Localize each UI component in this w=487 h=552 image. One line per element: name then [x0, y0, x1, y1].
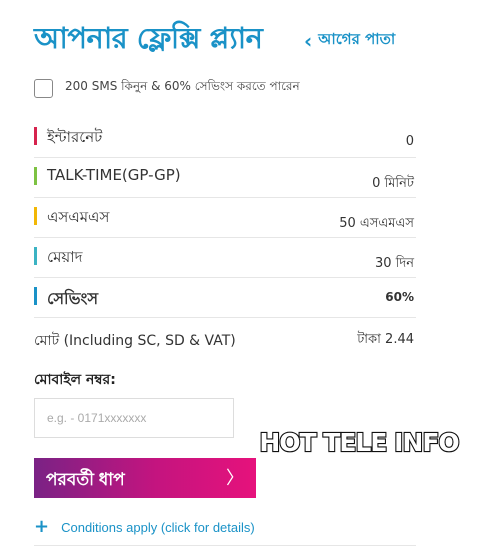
- conditions-label: Conditions apply (click for details): [61, 519, 255, 535]
- total-value: টাকা 2.44: [357, 332, 414, 347]
- divider: [34, 545, 416, 546]
- row-color-bar: [34, 207, 37, 225]
- mobile-number-input[interactable]: [34, 398, 234, 438]
- back-link[interactable]: ‹ আগের পাতা: [304, 28, 395, 53]
- page-header: আপনার ফ্লেক্সি প্ল্যান ‹ আগের পাতা: [34, 18, 434, 58]
- row-value: 50 এসএমএস: [339, 216, 414, 231]
- sms-offer-row[interactable]: 200 SMS কিনুন & 60% সেভিংস করতে পারেন: [34, 78, 300, 98]
- row-label: সেভিংস: [47, 289, 99, 308]
- row-value: 0: [405, 134, 414, 149]
- mobile-number-label: মোবাইল নম্বর:: [34, 372, 116, 388]
- plan-summary-table: ইন্টারনেট 0 TALK-TIME(GP-GP) 0 মিনিট এসএ…: [34, 118, 416, 358]
- row-color-bar: [34, 167, 37, 185]
- row-label: মেয়াদ: [47, 248, 83, 266]
- chevron-left-icon: ‹: [304, 28, 313, 53]
- sms-offer-checkbox[interactable]: [34, 78, 53, 98]
- row-value: 0 মিনিট: [372, 176, 414, 191]
- row-color-bar: [34, 127, 37, 145]
- row-color-bar: [34, 287, 37, 305]
- row-label: ইন্টারনেট: [47, 128, 103, 146]
- watermark-text: HOT TELE INFO: [259, 428, 458, 457]
- plan-row-total: মোট (Including SC, SD & VAT) টাকা 2.44: [34, 318, 416, 358]
- plan-row-sms: এসএমএস 50 এসএমএস: [34, 198, 416, 238]
- page-title: আপনার ফ্লেক্সি প্ল্যান: [34, 21, 263, 55]
- plan-row-validity: মেয়াদ 30 দিন: [34, 238, 416, 278]
- next-step-button[interactable]: পরবর্তী ধাপ 〉: [34, 458, 256, 498]
- watermark-logo: HOT TELE INFO: [258, 427, 461, 458]
- row-label: TALK-TIME(GP-GP): [47, 166, 181, 184]
- plus-icon: +: [34, 516, 50, 537]
- row-color-bar: [34, 247, 37, 265]
- chevron-right-icon: 〉: [226, 468, 244, 488]
- sms-offer-label: 200 SMS কিনুন & 60% সেভিংস করতে পারেন: [65, 79, 300, 93]
- total-label: মোট (Including SC, SD & VAT): [34, 333, 236, 349]
- back-link-label: আগের পাতা: [318, 30, 396, 48]
- plan-row-savings: সেভিংস 60%: [34, 278, 416, 318]
- row-value: 60%: [385, 290, 414, 304]
- conditions-link[interactable]: + Conditions apply (click for details): [34, 518, 255, 536]
- plan-row-internet: ইন্টারনেট 0: [34, 118, 416, 158]
- row-label: এসএমএস: [47, 208, 110, 226]
- row-value: 30 দিন: [375, 256, 414, 271]
- plan-row-talktime: TALK-TIME(GP-GP) 0 মিনিট: [34, 158, 416, 198]
- next-step-label: পরবর্তী ধাপ: [46, 470, 125, 489]
